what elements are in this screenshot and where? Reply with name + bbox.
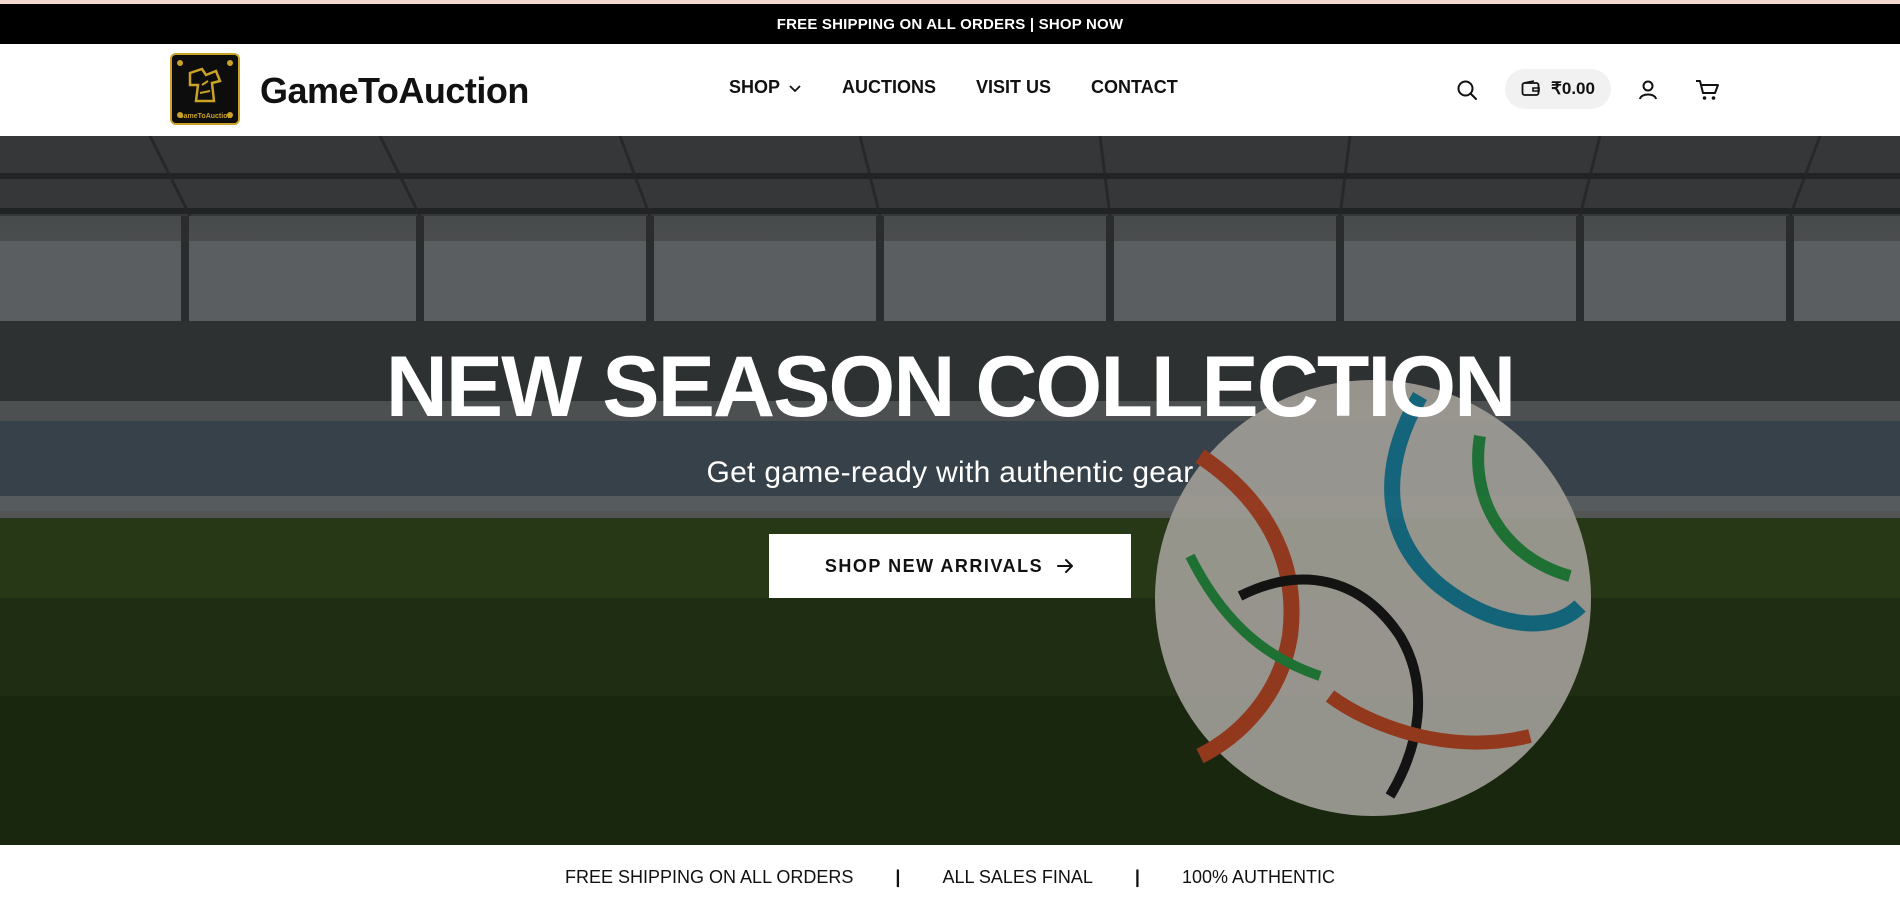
chevron-down-icon <box>789 84 801 92</box>
nav-item-visit-us[interactable]: VISIT US <box>976 77 1051 98</box>
logo-wordmark: GameToAuction <box>178 113 232 120</box>
stadium-background-image <box>0 136 1900 845</box>
wallet-icon <box>1521 80 1540 96</box>
hero-title: NEW SEASON COLLECTION <box>385 339 1517 435</box>
wallet-button[interactable]: ₹0.00 <box>1505 69 1611 109</box>
announcement-bar[interactable]: FREE SHIPPING ON ALL ORDERS | SHOP NOW <box>0 4 1900 44</box>
nav-item-contact[interactable]: CONTACT <box>1091 77 1178 98</box>
feature-item: FREE SHIPPING ON ALL ORDERS <box>565 866 854 887</box>
cart-icon <box>1696 80 1719 100</box>
feature-bar: FREE SHIPPING ON ALL ORDERS | ALL SALES … <box>0 845 1900 909</box>
arrow-right-icon <box>1057 559 1074 573</box>
nav-item-auctions[interactable]: AUCTIONS <box>842 77 936 98</box>
feature-item: ALL SALES FINAL <box>942 866 1093 887</box>
shop-new-arrivals-button[interactable]: SHOP NEW ARRIVALS <box>769 534 1131 598</box>
search-button[interactable] <box>1451 74 1483 106</box>
nav-item-label: VISIT US <box>976 77 1052 97</box>
feature-separator: | <box>895 866 901 887</box>
brand-name[interactable]: GameToAuction <box>260 70 529 112</box>
cta-label: SHOP NEW ARRIVALS <box>824 555 1044 576</box>
nav-item-label: SHOP <box>729 77 781 97</box>
main-nav: SHOP AUCTIONS VISIT US CONTACT <box>729 77 1218 98</box>
nav-item-label: CONTACT <box>1091 77 1178 97</box>
user-icon <box>1639 80 1657 100</box>
feature-item: 100% AUTHENTIC <box>1181 866 1335 887</box>
hero-subtitle: Get game-ready with authentic gear <box>706 456 1194 489</box>
cart-button[interactable] <box>1692 74 1724 106</box>
nav-item-label: AUCTIONS <box>842 77 937 97</box>
search-icon <box>1457 80 1477 100</box>
nav-item-shop[interactable]: SHOP <box>729 77 802 98</box>
brand-logo[interactable]: GameToAuction <box>170 53 240 125</box>
hero-banner: NEW SEASON COLLECTION Get game-ready wit… <box>0 136 1900 845</box>
account-button[interactable] <box>1632 74 1664 106</box>
announcement-text[interactable]: FREE SHIPPING ON ALL ORDERS | SHOP NOW <box>777 16 1124 33</box>
wallet-balance: ₹0.00 <box>1551 79 1595 98</box>
feature-separator: | <box>1134 866 1140 887</box>
site-header: GameToAuction GameToAuction SHOP AUCTION… <box>0 44 1900 136</box>
